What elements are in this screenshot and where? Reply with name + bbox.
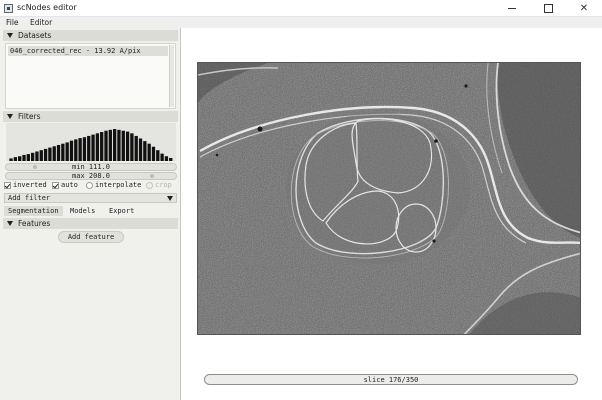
histogram-bar xyxy=(112,129,117,161)
histogram-bar xyxy=(48,147,52,161)
interpolate-option[interactable]: interpolate xyxy=(86,180,141,190)
chevron-down-icon xyxy=(167,196,173,201)
histogram-bar xyxy=(156,150,160,161)
histogram-bar xyxy=(121,130,125,161)
histogram-bar xyxy=(134,135,138,161)
histogram-bar xyxy=(147,143,151,161)
slice-slider[interactable]: slice 176/350 xyxy=(204,374,578,385)
interpolate-label: interpolate xyxy=(95,181,142,189)
tomogram-slice-image xyxy=(198,63,580,334)
collapse-triangle-icon xyxy=(7,33,13,38)
maximize-button[interactable] xyxy=(530,0,566,17)
histogram-bar xyxy=(138,138,143,161)
histogram-bar xyxy=(39,150,43,161)
menu-file[interactable]: File xyxy=(6,17,19,28)
menu-bar: File Editor xyxy=(0,17,602,28)
filters-header[interactable]: Filters xyxy=(3,111,178,122)
add-filter-dropdown[interactable]: Add filter xyxy=(4,193,177,203)
histogram-bar xyxy=(30,152,35,161)
datasets-list: 046_corrected_rec - 13.92 A/pix xyxy=(5,43,176,109)
histogram-bar xyxy=(95,133,100,161)
tab-export[interactable]: Export xyxy=(105,206,138,216)
features-header[interactable]: Features xyxy=(3,218,178,229)
collapse-triangle-icon xyxy=(7,114,13,119)
tomogram-viewer[interactable] xyxy=(197,62,581,335)
histogram-bar xyxy=(78,138,82,161)
checkbox-checked-icon[interactable] xyxy=(4,181,11,189)
inverted-label: inverted xyxy=(13,181,47,189)
collapse-triangle-icon xyxy=(7,221,13,226)
datasets-header[interactable]: Datasets xyxy=(3,30,178,41)
app-icon xyxy=(4,4,13,13)
add-filter-label: Add filter xyxy=(8,194,51,202)
features-header-label: Features xyxy=(18,219,51,228)
histogram-bar xyxy=(65,142,69,161)
histogram-bar xyxy=(151,146,156,161)
tab-segmentation[interactable]: Segmentation xyxy=(4,206,63,216)
auto-label: auto xyxy=(61,181,78,189)
histogram-bar xyxy=(35,151,39,161)
title-bar: scNodes editor ✕ xyxy=(0,0,602,17)
histogram-bar xyxy=(104,130,108,161)
intensity-histogram xyxy=(6,123,176,161)
crop-option: crop xyxy=(146,180,172,190)
histogram-bar xyxy=(169,157,173,161)
datasets-scrollbar[interactable] xyxy=(169,45,174,107)
tab-models[interactable]: Models xyxy=(66,206,99,216)
filters-header-label: Filters xyxy=(18,112,41,121)
histogram-bar xyxy=(143,141,147,161)
histogram-bar xyxy=(164,156,169,161)
histogram-bar xyxy=(22,154,26,161)
histogram-bar xyxy=(100,132,104,161)
minimize-button[interactable] xyxy=(494,0,530,17)
window-title: scNodes editor xyxy=(17,3,77,12)
inverted-checkbox[interactable]: inverted xyxy=(4,180,47,190)
radio-empty-icon[interactable] xyxy=(86,181,93,189)
min-slider[interactable]: min 111.0 xyxy=(5,163,177,171)
histogram-bar xyxy=(13,157,18,161)
histogram-bar xyxy=(18,156,22,161)
histogram-bar xyxy=(117,129,121,161)
crop-label: crop xyxy=(155,181,172,189)
histogram-bar xyxy=(74,139,78,161)
menu-editor[interactable]: Editor xyxy=(30,17,52,28)
close-button[interactable]: ✕ xyxy=(566,0,602,17)
histogram-bar xyxy=(9,158,13,161)
checkbox-checked-icon[interactable] xyxy=(52,181,59,189)
histogram-bar xyxy=(69,140,74,161)
histogram-bar xyxy=(52,146,56,161)
min-slider-label: min 111.0 xyxy=(72,163,110,171)
dataset-item[interactable]: 046_corrected_rec - 13.92 A/pix xyxy=(8,46,168,56)
histogram-bar xyxy=(91,134,95,161)
histogram-bar xyxy=(56,145,61,161)
add-feature-button[interactable]: Add feature xyxy=(58,231,124,243)
histogram-bar xyxy=(108,129,112,161)
auto-checkbox[interactable]: auto xyxy=(52,180,78,190)
histogram-bar xyxy=(160,153,164,161)
max-slider[interactable]: max 208.0 xyxy=(5,172,177,180)
left-panel: Datasets 046_corrected_rec - 13.92 A/pix… xyxy=(0,28,181,400)
histogram-bar xyxy=(61,143,65,161)
histogram-bar xyxy=(82,137,87,161)
histogram-bar xyxy=(125,131,130,161)
histogram-bar xyxy=(43,148,48,161)
datasets-header-label: Datasets xyxy=(18,31,52,40)
histogram-bar xyxy=(87,135,91,161)
histogram-bar xyxy=(130,133,134,161)
radio-disabled-icon xyxy=(146,181,153,189)
histogram-bar xyxy=(26,154,30,161)
